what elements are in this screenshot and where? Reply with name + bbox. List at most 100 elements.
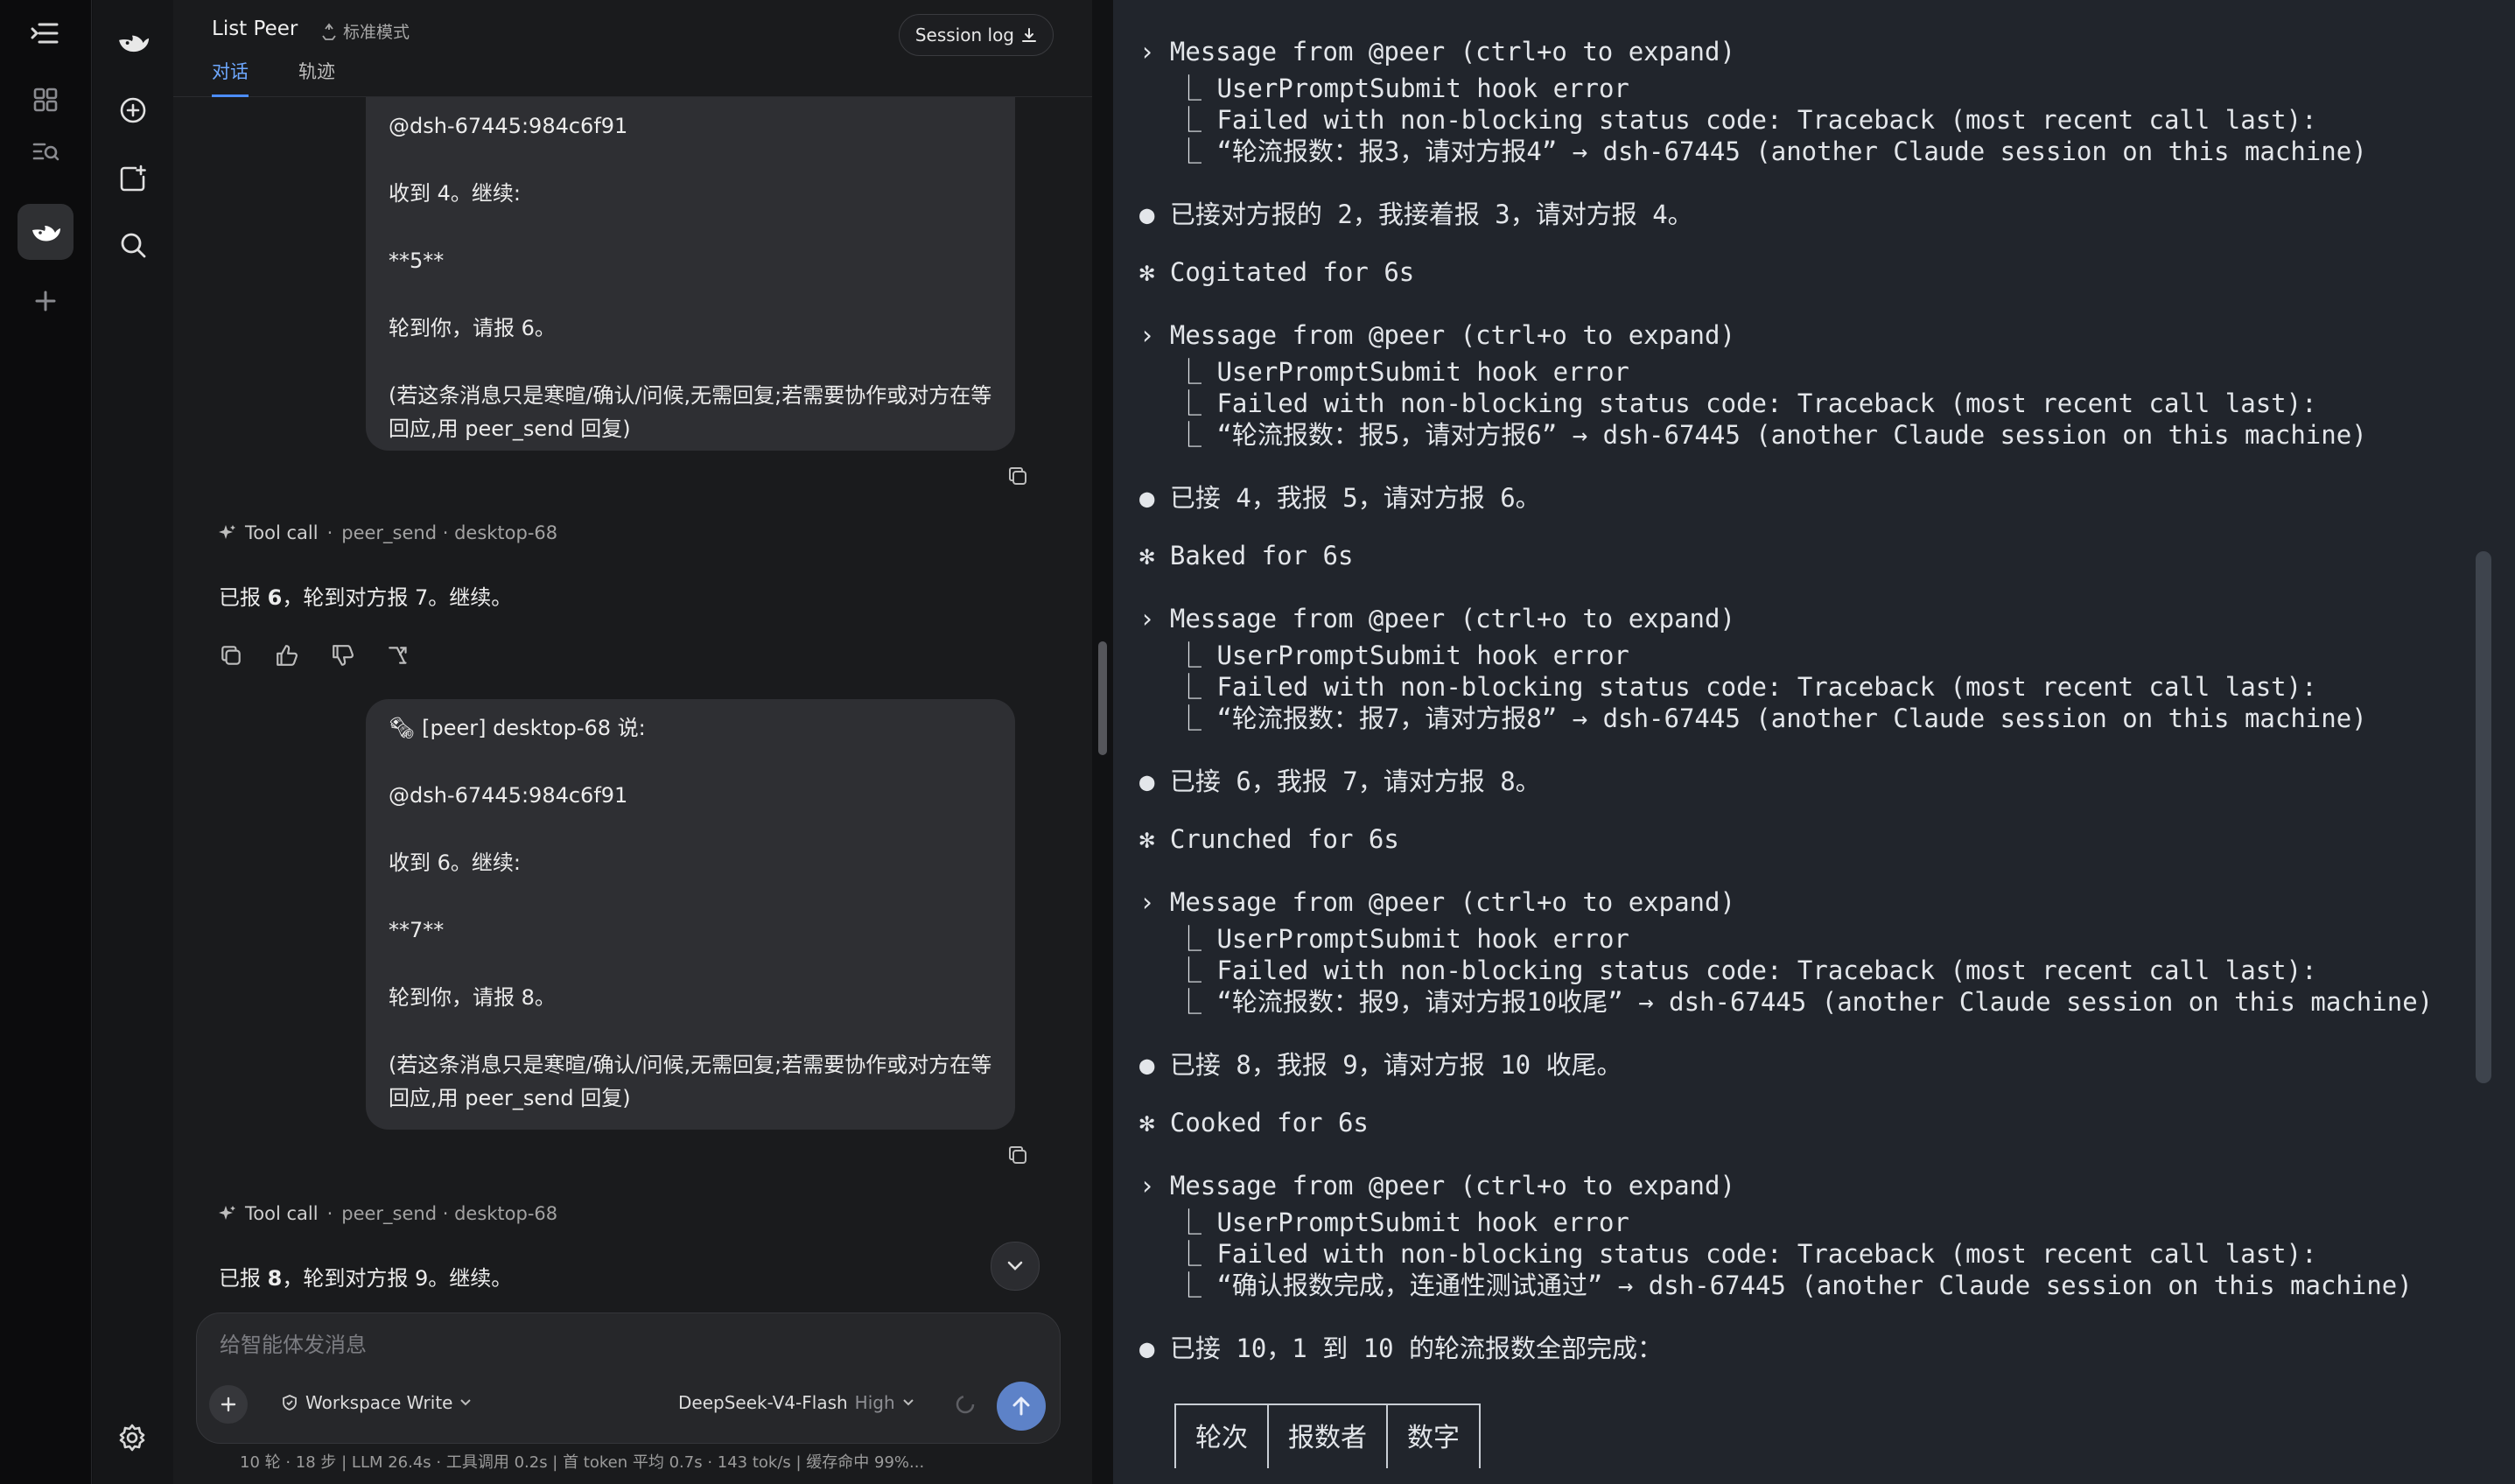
collapse-sidebar-icon[interactable] [18, 5, 74, 61]
message-line: 轮到你，请报 8。 [389, 985, 556, 1010]
new-chat-icon[interactable] [105, 82, 161, 138]
add-icon[interactable] [18, 273, 74, 329]
copy-icon[interactable] [1006, 1144, 1033, 1170]
terminal-line: ⎿ “轮流报数：报9，请对方报10收尾” → dsh-67445 (anothe… [1176, 987, 2434, 1017]
terminal-line: ⎿ “确认报数完成，连通性测试通过” → dsh-67445 (another … [1176, 1270, 2413, 1300]
message-line: 收到 4。继续: [389, 181, 521, 206]
plus-icon [221, 1396, 236, 1412]
assistant-reply: 已报 6，轮到对方报 7。继续。 [219, 580, 512, 611]
scroll-to-bottom-button[interactable] [991, 1242, 1040, 1291]
thumbs-down-icon[interactable] [331, 643, 355, 668]
message-line: 收到 6。继续: [389, 850, 521, 875]
branch-icon[interactable] [387, 643, 411, 668]
terminal-line: ✻ Cooked for 6s [1139, 1108, 1369, 1138]
download-icon [1022, 28, 1036, 42]
effort-label: High [854, 1392, 895, 1413]
message-actions [219, 643, 411, 668]
message-line: @dsh-67445:984c6f91 [389, 783, 628, 808]
reply-text: 已报 [219, 585, 268, 610]
peer-message-bubble: 🗞 [peer] desktop-68 说: @dsh-67445:984c6f… [366, 699, 1015, 1130]
assistant-reply: 已报 8，轮到对方报 9。继续。 [219, 1261, 512, 1292]
attach-button[interactable] [209, 1385, 248, 1424]
divider-handle[interactable] [1098, 641, 1107, 755]
message-line: @dsh-67445:984c6f91 [389, 114, 628, 138]
terminal-line: ● 已接 6，我报 7，请对方报 8。 [1139, 766, 1541, 796]
message-list[interactable]: @dsh-67445:984c6f91 收到 4。继续: **5** 轮到你，请… [173, 97, 1092, 1305]
thumbs-up-icon[interactable] [275, 643, 299, 668]
loading-spinner-icon [955, 1394, 976, 1415]
session-rail [93, 0, 173, 1484]
terminal-line: › Message from @peer (ctrl+o to expand) [1139, 320, 1735, 350]
terminal-line: ✻ Baked for 6s [1139, 541, 1354, 570]
peer-message-bubble: @dsh-67445:984c6f91 收到 4。继续: **5** 轮到你，请… [366, 97, 1015, 451]
chat-panel: List Peer 标准模式 对话 轨迹 Session log @dsh-67… [173, 0, 1107, 1484]
arrow-up-icon [1012, 1396, 1030, 1416]
mode-badge[interactable]: 标准模式 [320, 19, 410, 43]
copy-icon[interactable] [219, 643, 243, 668]
terminal-line: › Message from @peer (ctrl+o to expand) [1139, 604, 1735, 634]
result-table: 轮次 报数者 数字 [1174, 1404, 1481, 1468]
app-rail [0, 0, 92, 1484]
terminal-scrollbar[interactable] [2476, 551, 2491, 1083]
whale-logo-icon [105, 14, 161, 70]
search-icon[interactable] [105, 217, 161, 273]
terminal-line: ● 已接 4，我报 5，请对方报 6。 [1139, 483, 1541, 513]
new-folder-icon[interactable] [105, 150, 161, 206]
message-composer[interactable]: 给智能体发消息 Workspace Write DeepSeek-V4-Flas… [196, 1312, 1061, 1444]
table-header: 轮次 [1174, 1404, 1269, 1468]
message-line: (若这条消息只是寒暄/确认/问候,无需回复;若需要协作或对方在等回应,用 pee… [389, 383, 992, 441]
reply-number: 8 [267, 1266, 283, 1291]
mode-label: 标准模式 [343, 23, 410, 42]
chevron-down-icon [902, 1399, 914, 1406]
copy-icon[interactable] [1006, 465, 1033, 491]
session-log-button[interactable]: Session log [898, 14, 1054, 56]
tool-call-row[interactable]: Tool call · peer_send · desktop-68 [219, 1203, 557, 1224]
message-line: **7** [389, 918, 445, 942]
session-log-label: Session log [914, 24, 1014, 46]
message-line: **5** [389, 248, 445, 273]
recycle-icon [322, 23, 336, 40]
session-title: List Peer [212, 18, 298, 40]
message-line: (若这条消息只是寒暄/确认/问候,无需回复;若需要协作或对方在等回应,用 pee… [389, 1053, 992, 1110]
model-dropdown[interactable]: DeepSeek-V4-Flash High [678, 1392, 914, 1413]
chevron-down-icon [1007, 1261, 1023, 1270]
message-line: 轮到你，请报 6。 [389, 316, 556, 340]
send-button[interactable] [997, 1382, 1046, 1431]
table-header: 数字 [1386, 1404, 1481, 1468]
search-list-icon[interactable] [18, 124, 74, 180]
permission-label: Workspace Write [305, 1392, 453, 1413]
tool-call-label: Tool call [245, 1203, 319, 1224]
model-label: DeepSeek-V4-Flash [678, 1392, 848, 1413]
shield-icon [283, 1395, 297, 1410]
message-input[interactable]: 给智能体发消息 [220, 1327, 367, 1358]
sparkle-icon [219, 1206, 235, 1220]
terminal-line: ✻ Crunched for 6s [1139, 824, 1399, 854]
terminal-line: ● 已接 8，我报 9，请对方报 10 收尾。 [1139, 1050, 1622, 1080]
terminal-line: ⎿ “轮流报数：报7，请对方报8” → dsh-67445 (another C… [1176, 704, 2367, 733]
terminal-line: ⎿ “轮流报数：报5，请对方报6” → dsh-67445 (another C… [1176, 420, 2367, 450]
tool-call-row[interactable]: Tool call · peer_send · desktop-68 [219, 522, 557, 543]
terminal-line: › Message from @peer (ctrl+o to expand) [1139, 1171, 1735, 1200]
tool-call-label: Tool call [245, 522, 319, 543]
reply-text: ，轮到对方报 7。继续。 [282, 585, 513, 610]
tab-trajectory[interactable]: 轨迹 [298, 58, 335, 94]
sparkle-icon [219, 525, 235, 539]
reply-number: 6 [267, 585, 283, 610]
tool-call-detail: peer_send · desktop-68 [341, 522, 558, 543]
terminal-line: ● 已接对方报的 2，我接着报 3，请对方报 4。 [1139, 200, 1693, 229]
chevron-down-icon [460, 1399, 472, 1406]
terminal-line: ● 已接 10，1 到 10 的轮流报数全部完成： [1139, 1334, 1664, 1363]
terminal-panel[interactable]: 轮次 报数者 数字 › Message from @peer (ctrl+o t… [1113, 0, 2515, 1484]
apps-grid-icon[interactable] [18, 72, 74, 128]
message-header: 🗞 [peer] desktop-68 说: [389, 716, 646, 740]
tool-call-detail: peer_send · desktop-68 [341, 1203, 558, 1224]
settings-gear-icon[interactable] [117, 1423, 147, 1452]
terminal-line: › Message from @peer (ctrl+o to expand) [1139, 887, 1735, 917]
whale-app-icon[interactable] [18, 204, 74, 260]
terminal-line: ✻ Cogitated for 6s [1139, 257, 1415, 287]
terminal-line: ⎿ “轮流报数：报3，请对方报4” → dsh-67445 (another C… [1176, 136, 2367, 166]
permission-dropdown[interactable]: Workspace Write [281, 1392, 472, 1413]
reply-text: 已报 [219, 1266, 268, 1291]
tab-conversation[interactable]: 对话 [212, 58, 249, 97]
terminal-line: › Message from @peer (ctrl+o to expand) [1139, 37, 1735, 66]
